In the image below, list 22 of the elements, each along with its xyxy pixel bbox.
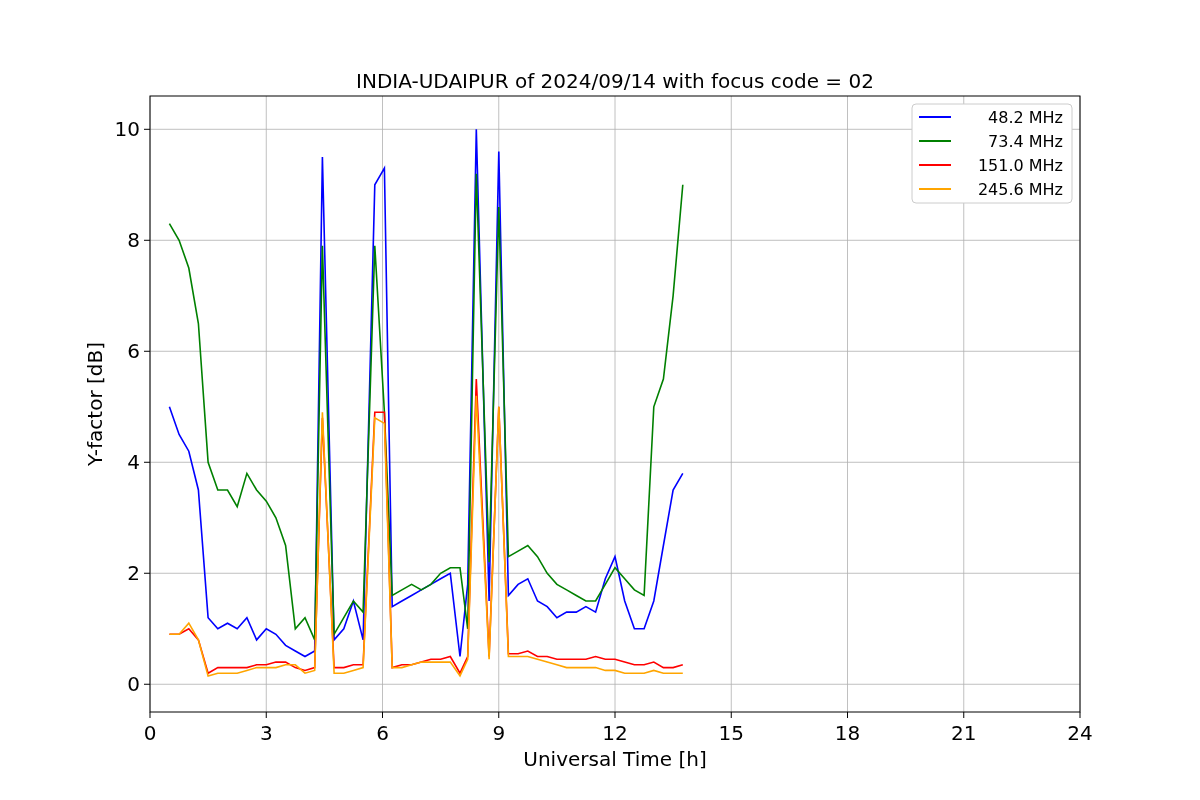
x-tick-label: 12 <box>602 721 628 745</box>
y-tick-label: 8 <box>127 228 140 253</box>
y-tick-label: 0 <box>127 672 140 697</box>
x-tick-label: 18 <box>834 721 861 745</box>
x-tick-label: 15 <box>718 721 744 745</box>
y-tick-label: 10 <box>114 117 140 142</box>
y-tick-label: 2 <box>127 561 140 586</box>
x-tick-label: 9 <box>492 721 506 745</box>
legend-label: 245.6 MHz <box>977 180 1063 199</box>
x-axis-label: Universal Time [h] <box>523 747 707 771</box>
y-tick-label: 6 <box>127 339 140 364</box>
x-tick-label: 21 <box>951 721 977 745</box>
x-tick-label: 3 <box>259 721 273 745</box>
legend-label: 73.4 MHz <box>988 132 1063 151</box>
chart-title: INDIA-UDAIPUR of 2024/09/14 with focus code = 02 <box>356 69 874 93</box>
y-axis-label: Y-factor [dB] <box>83 342 107 466</box>
x-tick-label: 24 <box>1067 721 1093 745</box>
x-tick-label: 0 <box>143 721 157 745</box>
legend-label: 48.2 MHz <box>988 108 1063 127</box>
legend-label: 151.0 MHz <box>977 156 1063 175</box>
y-tick-label: 4 <box>127 450 140 475</box>
x-tick-label: 6 <box>376 721 389 745</box>
